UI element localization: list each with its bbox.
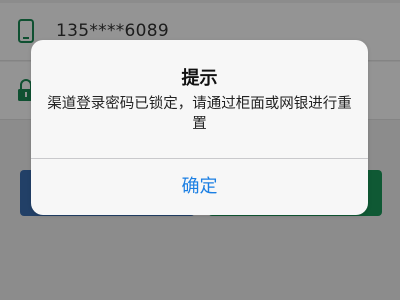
alert-message: 渠道登录密码已锁定，请通过柜面或网银进行重置 [47, 96, 352, 132]
alert-title: 提示 [181, 68, 218, 89]
confirm-button[interactable]: 确定 [31, 159, 368, 215]
alert-dialog: 提示 渠道登录密码已锁定，请通过柜面或网银进行重置 确定 [31, 40, 368, 215]
